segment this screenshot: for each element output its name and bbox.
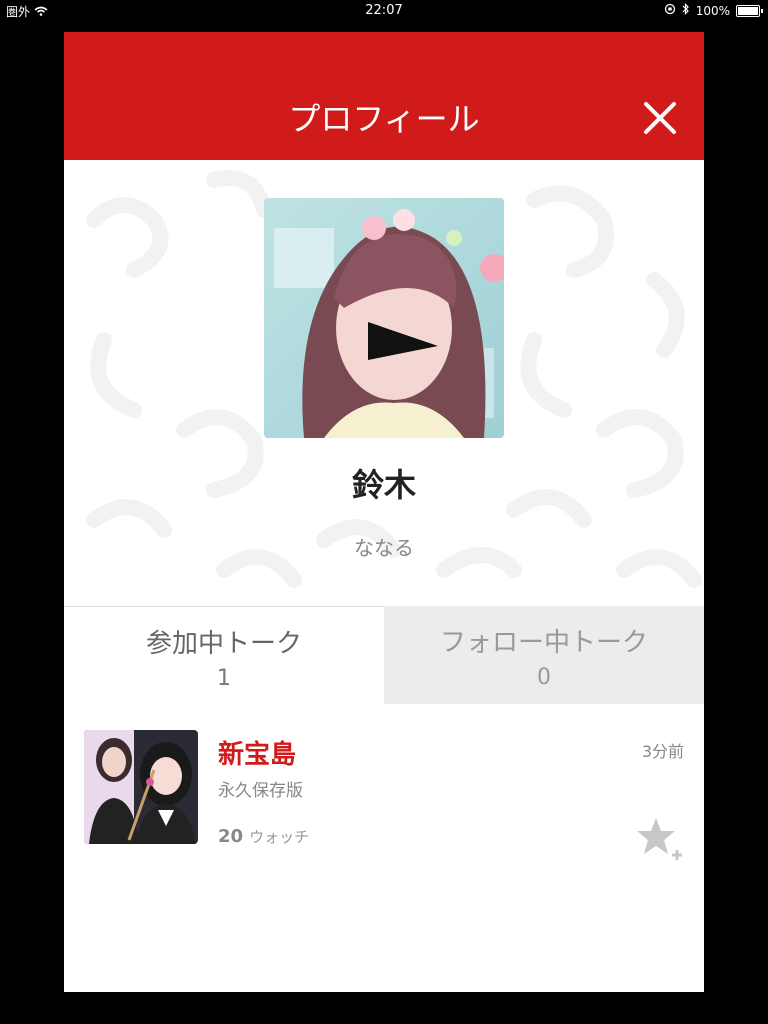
orientation-lock-icon xyxy=(664,3,676,18)
tab-count: 0 xyxy=(537,665,551,690)
talk-tabs: 参加中トーク 1 フォロー中トーク 0 xyxy=(64,606,704,704)
star-plus-icon xyxy=(637,818,682,860)
talk-thumbnail xyxy=(84,730,198,844)
profile-modal: プロフィール 鈴木 ななる 参加中トーク 1 フォロー中トーク 0 新宝島 永久… xyxy=(64,32,704,992)
profile-sub-name: ななる xyxy=(354,536,414,560)
status-time: 22:07 xyxy=(365,3,403,18)
battery-level xyxy=(738,6,758,15)
talk-subtitle: 永久保存版 xyxy=(218,781,303,801)
talk-time: 3分前 xyxy=(641,742,684,761)
battery-icon xyxy=(736,4,763,17)
modal-title: プロフィール xyxy=(288,100,480,138)
modal-header: プロフィール xyxy=(64,32,704,160)
status-bar: 圏外 22:07 100% xyxy=(0,0,768,22)
watch-count: 20 xyxy=(218,826,244,847)
close-button[interactable] xyxy=(638,96,682,140)
profile-avatar[interactable] xyxy=(264,198,504,438)
talk-title: 新宝島 xyxy=(218,740,297,770)
status-bar-right: 100% xyxy=(664,3,763,18)
tab-label: フォロー中トーク xyxy=(439,628,648,658)
tab-count: 1 xyxy=(217,666,231,691)
talk-list-item[interactable]: 新宝島 永久保存版 20 ウォッチ 3分前 xyxy=(64,704,704,864)
tab-label: 参加中トーク xyxy=(145,629,302,659)
watch-label: ウォッチ xyxy=(249,828,310,846)
tab-participating-talks[interactable]: 参加中トーク 1 xyxy=(64,606,384,704)
favorite-button[interactable] xyxy=(636,816,688,862)
talk-watch-info: 20 ウォッチ xyxy=(218,826,309,847)
battery-percent: 100% xyxy=(695,3,730,18)
tab-following-talks[interactable]: フォロー中トーク 0 xyxy=(384,606,704,704)
bluetooth-icon xyxy=(682,3,690,18)
profile-section: 鈴木 ななる xyxy=(64,160,704,606)
close-icon xyxy=(644,102,676,134)
profile-name: 鈴木 xyxy=(351,466,416,504)
